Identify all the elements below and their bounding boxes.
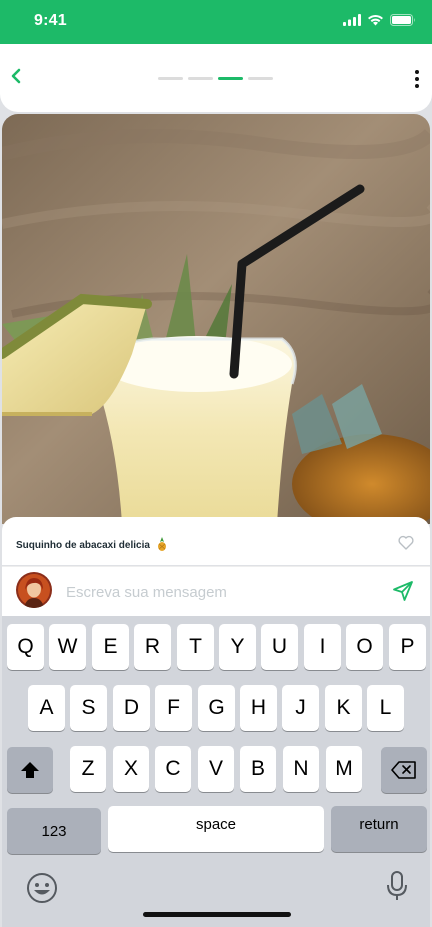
wifi-icon [368, 14, 383, 26]
key-z[interactable]: Z [70, 746, 106, 792]
status-time: 9:41 [34, 12, 67, 29]
post-caption: Suquinho de abacaxi delicia [16, 537, 168, 551]
key-i[interactable]: I [304, 624, 341, 670]
keyboard: 123 space return QWERTYUIOP ASDFGHJKL ZXCV… [2, 616, 430, 927]
send-icon[interactable] [392, 580, 414, 602]
key-a[interactable]: A [28, 685, 65, 731]
key-u[interactable]: U [261, 624, 298, 670]
key-j[interactable]: J [282, 685, 319, 731]
key-r[interactable]: R [134, 624, 171, 670]
key-h[interactable]: H [240, 685, 277, 731]
delete-icon [391, 761, 416, 779]
key-n[interactable]: N [283, 746, 319, 792]
more-vertical-icon[interactable] [412, 68, 422, 90]
story-header [0, 44, 432, 112]
shift-icon [21, 762, 39, 778]
progress-segment [158, 77, 183, 80]
post-caption-text: Suquinho de abacaxi delicia [16, 540, 150, 551]
key-o[interactable]: O [346, 624, 383, 670]
key-g[interactable]: G [198, 685, 235, 731]
key-w[interactable]: W [49, 624, 86, 670]
shift-key[interactable] [7, 747, 53, 793]
key-k[interactable]: K [325, 685, 362, 731]
numbers-key[interactable]: 123 [7, 808, 101, 854]
progress-segment [248, 77, 273, 80]
key-b[interactable]: B [240, 746, 276, 792]
post-photo [2, 114, 430, 524]
key-p[interactable]: P [389, 624, 426, 670]
return-key[interactable]: return [331, 806, 427, 852]
space-key[interactable]: space [108, 806, 324, 852]
progress-segment [218, 77, 243, 80]
home-indicator [143, 912, 291, 917]
status-bar: 9:41 [0, 0, 432, 44]
delete-key[interactable] [381, 747, 427, 793]
chevron-left-icon[interactable] [6, 62, 26, 90]
key-v[interactable]: V [198, 746, 234, 792]
key-q[interactable]: Q [7, 624, 44, 670]
pineapple-icon [157, 537, 166, 551]
progress-segment [188, 77, 213, 80]
key-t[interactable]: T [177, 624, 214, 670]
message-composer [2, 566, 430, 616]
message-input[interactable] [66, 577, 366, 607]
key-c[interactable]: C [155, 746, 191, 792]
status-icons [343, 14, 416, 26]
story-progress [158, 77, 273, 80]
key-y[interactable]: Y [219, 624, 256, 670]
key-m[interactable]: M [326, 746, 362, 792]
microphone-icon[interactable] [386, 870, 408, 902]
cellular-signal-icon [343, 14, 361, 26]
key-e[interactable]: E [92, 624, 129, 670]
post-caption-card: Suquinho de abacaxi delicia [2, 517, 430, 565]
key-f[interactable]: F [155, 685, 192, 731]
battery-icon [390, 14, 415, 26]
avatar [16, 572, 52, 608]
key-l[interactable]: L [367, 685, 404, 731]
emoji-icon[interactable] [26, 872, 58, 904]
key-s[interactable]: S [70, 685, 107, 731]
heart-outline-icon[interactable] [398, 535, 414, 550]
key-d[interactable]: D [113, 685, 150, 731]
key-x[interactable]: X [113, 746, 149, 792]
